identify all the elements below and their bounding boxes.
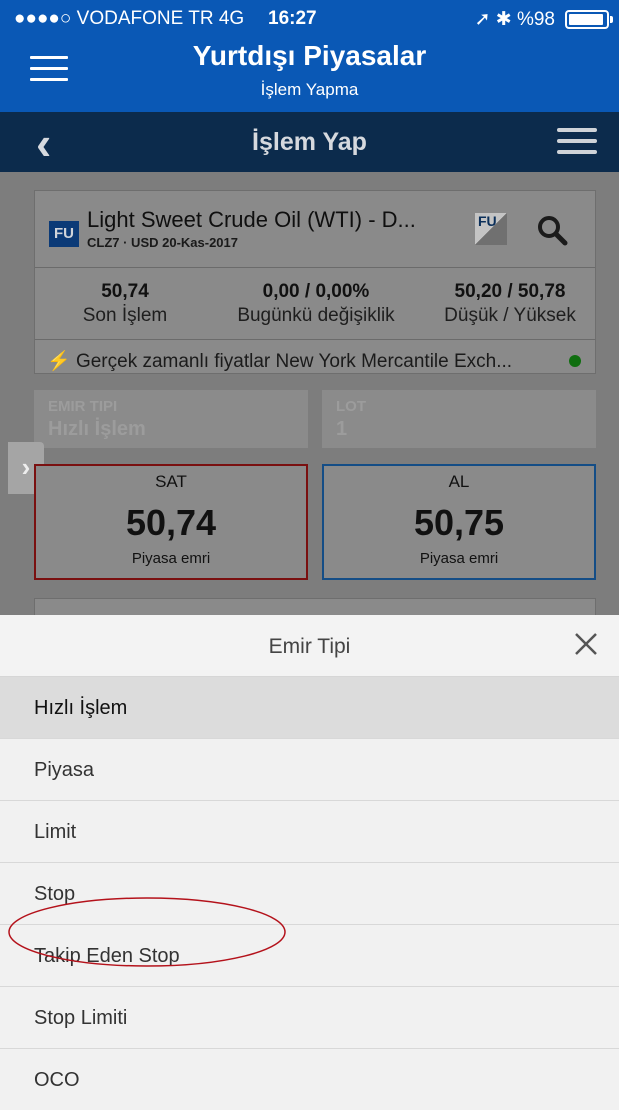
dimmed-trade-screen: ‹ İşlem Yap FU Light Sweet Crude Oil (WT… (0, 112, 619, 615)
buy-price: 50,75 (413, 502, 505, 543)
daily-change-stat: 0,00 / 0,00% Bugünkü değişiklik (221, 281, 411, 327)
instrument-card: FU Light Sweet Crude Oil (WTI) - D... CL… (34, 190, 596, 374)
sheet-header: Emir Tipi (0, 615, 619, 677)
stat-label: Düşük / Yüksek (444, 305, 576, 326)
sell-price: 50,74 (125, 502, 217, 543)
divider (35, 267, 595, 268)
buy-label: AL (448, 472, 470, 491)
annotation-highlight-ellipse (8, 897, 286, 967)
stat-value: 0,00 / 0,00% (262, 281, 370, 302)
stat-label: Bugünkü değişiklik (237, 305, 395, 326)
option-quick-trade[interactable]: Hızlı İşlem (0, 677, 619, 739)
sell-label: SAT (155, 472, 187, 491)
battery-icon (565, 10, 613, 29)
sheet-title: Emir Tipi (268, 635, 351, 658)
option-stop-limit[interactable]: Stop Limiti (0, 987, 619, 1049)
app-title: Yurtdışı Piyasalar (192, 40, 427, 71)
order-type-label: EMIR TIPI (48, 398, 118, 415)
app-subtitle: İşlem Yapma (260, 80, 359, 99)
nav-menu-icon[interactable] (557, 128, 597, 161)
search-icon[interactable] (535, 213, 569, 247)
stat-value: 50,74 (101, 281, 149, 302)
stat-value: 50,20 / 50,78 (454, 281, 566, 302)
partially-hidden-panel (34, 598, 596, 615)
order-type-field[interactable]: EMIR TIPI Hızlı İşlem (34, 390, 308, 448)
status-bar: ●●●●○ VODAFONE TR 4G 16:27 ➚ ✱ %98 (0, 0, 619, 34)
instrument-details: CLZ7 · USD 20-Kas-2017 (87, 235, 238, 250)
divider (35, 339, 595, 340)
close-icon[interactable] (571, 629, 601, 659)
stat-label: Son İşlem (82, 305, 168, 326)
carrier-label: ●●●●○ VODAFONE TR 4G (14, 8, 245, 29)
battery-percent: ➚ ✱ %98 (474, 9, 555, 30)
instrument-code: CLZ7 (87, 235, 120, 250)
option-limit[interactable]: Limit (0, 801, 619, 863)
buy-button[interactable]: AL 50,75 Piyasa emri (322, 464, 596, 580)
trade-navbar: ‹ İşlem Yap (0, 112, 619, 172)
sell-order-kind: Piyasa emri (131, 550, 211, 567)
option-oco[interactable]: OCO (0, 1049, 619, 1110)
buy-order-kind: Piyasa emri (419, 550, 499, 567)
clock-label: 16:27 (268, 8, 317, 29)
lot-field[interactable]: LOT 1 (322, 390, 596, 448)
futures-badge-icon: FU (49, 221, 79, 247)
sell-button[interactable]: SAT 50,74 Piyasa emri (34, 464, 308, 580)
realtime-notice: ⚡ Gerçek zamanlı fiyatlar New York Merca… (47, 349, 567, 373)
option-market[interactable]: Piyasa (0, 739, 619, 801)
app-header: ●●●●○ VODAFONE TR 4G 16:27 ➚ ✱ %98 Yurtd… (0, 0, 619, 112)
low-high-stat: 50,20 / 50,78 Düşük / Yüksek (427, 281, 593, 327)
futures-switch-icon[interactable]: FU (475, 213, 507, 245)
realtime-text: Gerçek zamanlı fiyatlar New York Mercant… (75, 351, 513, 372)
lightning-icon: ⚡ (47, 351, 71, 372)
instrument-name: Light Sweet Crude Oil (WTI) - D... (87, 207, 416, 232)
lot-value: 1 (336, 418, 348, 440)
instrument-meta: · USD 20-Kas-2017 (119, 235, 238, 250)
order-type-value: Hızlı İşlem (48, 418, 146, 440)
live-status-dot-icon (569, 355, 581, 367)
nav-title: İşlem Yap (252, 128, 367, 156)
lot-label: LOT (336, 398, 366, 415)
order-type-sheet: Emir Tipi Hızlı İşlem Piyasa Limit Stop … (0, 615, 619, 1110)
last-trade-stat: 50,74 Son İşlem (75, 281, 175, 327)
